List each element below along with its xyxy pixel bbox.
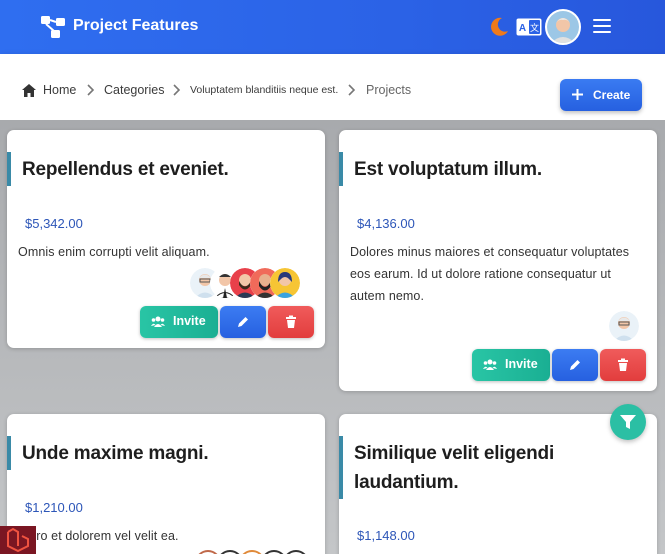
project-card: Similique velit eligendi laudantium. $1,… bbox=[339, 414, 657, 554]
laravel-icon bbox=[7, 527, 29, 553]
project-title[interactable]: Similique velit eligendi laudantium. bbox=[354, 439, 604, 497]
project-description: Dolores minus maiores et consequatur vol… bbox=[350, 245, 630, 303]
project-description: rro et dolorem vel velit ea. bbox=[32, 529, 179, 543]
users-icon bbox=[151, 316, 165, 327]
invite-label: Invite bbox=[173, 314, 206, 328]
project-description: Omnis enim corrupti velit aliquam. bbox=[18, 245, 210, 259]
project-title[interactable]: Unde maxime magni. bbox=[22, 439, 317, 468]
edit-button[interactable] bbox=[220, 306, 266, 338]
member-avatar[interactable] bbox=[261, 550, 287, 554]
breadcrumb-categories[interactable]: Categories bbox=[104, 83, 164, 97]
create-button[interactable]: Create bbox=[560, 79, 642, 111]
delete-button[interactable] bbox=[600, 349, 646, 381]
card-accent-bar bbox=[339, 152, 343, 186]
trash-icon bbox=[286, 315, 296, 328]
chevron-right-icon bbox=[348, 84, 356, 96]
chevron-right-icon bbox=[173, 84, 181, 96]
card-accent-bar bbox=[7, 436, 11, 470]
breadcrumb-home[interactable]: Home bbox=[43, 83, 76, 97]
member-avatar[interactable] bbox=[270, 268, 300, 298]
create-label: Create bbox=[593, 88, 631, 102]
users-icon bbox=[483, 359, 497, 370]
plus-icon bbox=[572, 89, 583, 100]
invite-label: Invite bbox=[505, 357, 538, 371]
filter-button[interactable] bbox=[610, 404, 646, 440]
member-avatar[interactable] bbox=[283, 550, 309, 554]
project-price: $5,342.00 bbox=[25, 216, 83, 231]
hamburger-icon[interactable] bbox=[593, 18, 611, 34]
chevron-right-icon bbox=[87, 84, 95, 96]
project-card: Repellendus et eveniet. $5,342.00 Omnis … bbox=[7, 130, 325, 348]
breadcrumb-category[interactable]: Voluptatem blanditiis neque est. bbox=[190, 84, 338, 96]
invite-button[interactable]: Invite bbox=[140, 306, 218, 338]
svg-text:A: A bbox=[519, 23, 526, 34]
moon-icon[interactable] bbox=[488, 16, 510, 38]
card-accent-bar bbox=[7, 152, 11, 186]
project-card: Unde maxime magni. $1,210.00 rro et dolo… bbox=[7, 414, 325, 554]
trash-icon bbox=[618, 358, 628, 371]
member-avatar[interactable] bbox=[195, 550, 221, 554]
svg-text:文: 文 bbox=[530, 22, 539, 33]
project-price: $4,136.00 bbox=[357, 216, 415, 231]
top-navbar: Project Features A 文 bbox=[0, 0, 665, 54]
graph-nodes-icon[interactable] bbox=[40, 15, 66, 39]
project-title[interactable]: Est voluptatum illum. bbox=[354, 155, 649, 184]
member-avatar[interactable] bbox=[609, 311, 639, 341]
translate-icon[interactable]: A 文 bbox=[516, 18, 542, 36]
edit-button[interactable] bbox=[552, 349, 598, 381]
member-avatar[interactable] bbox=[217, 550, 243, 554]
project-title[interactable]: Repellendus et eveniet. bbox=[22, 155, 317, 184]
delete-button[interactable] bbox=[268, 306, 314, 338]
pencil-icon bbox=[238, 317, 248, 327]
card-accent-bar bbox=[339, 436, 343, 499]
app-title[interactable]: Project Features bbox=[73, 17, 198, 35]
breadcrumb-projects: Projects bbox=[366, 83, 412, 97]
filter-icon bbox=[620, 415, 636, 429]
home-icon bbox=[22, 84, 36, 97]
invite-button[interactable]: Invite bbox=[472, 349, 550, 381]
project-price: $1,148.00 bbox=[357, 528, 415, 543]
project-card: Est voluptatum illum. $4,136.00 Dolores … bbox=[339, 130, 657, 391]
member-avatars bbox=[195, 550, 309, 554]
project-price: $1,210.00 bbox=[25, 500, 83, 515]
pencil-icon bbox=[570, 360, 580, 370]
breadcrumb-bar: Home Categories Voluptatem blanditiis ne… bbox=[0, 54, 665, 120]
member-avatar[interactable] bbox=[239, 550, 265, 554]
user-avatar[interactable] bbox=[545, 9, 581, 45]
framework-logo[interactable] bbox=[0, 526, 36, 554]
